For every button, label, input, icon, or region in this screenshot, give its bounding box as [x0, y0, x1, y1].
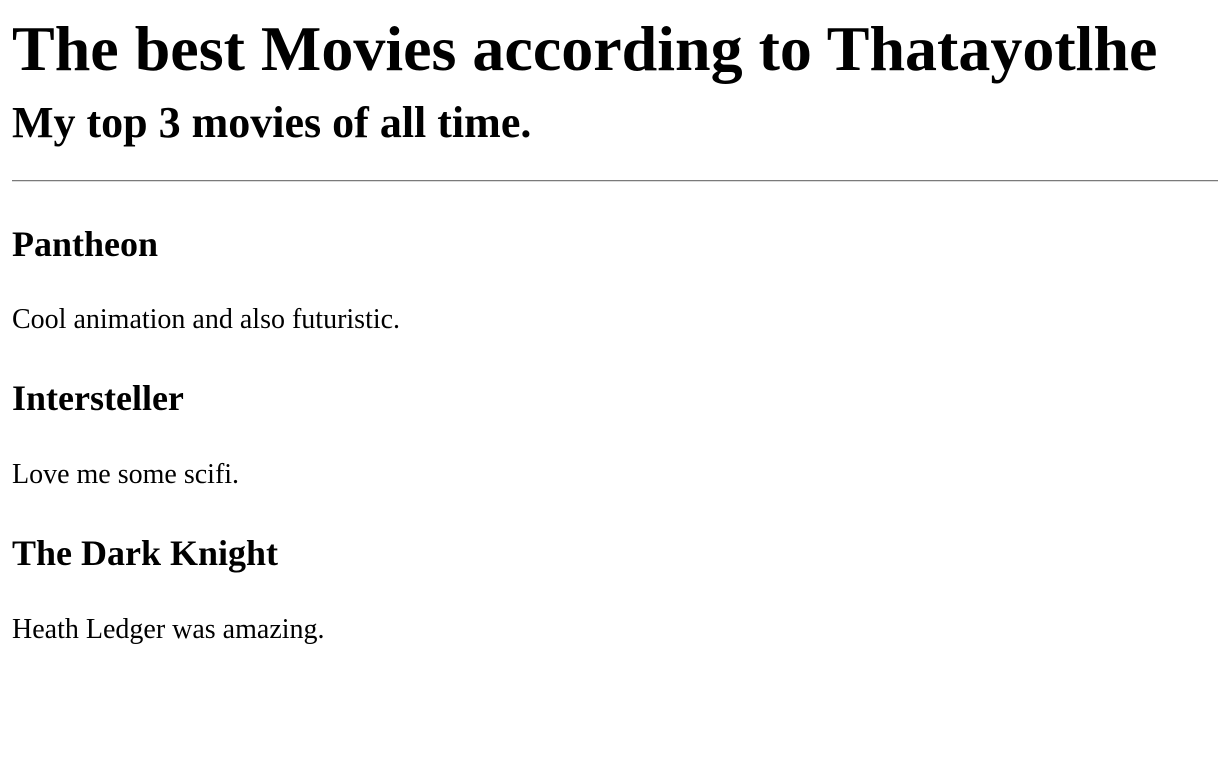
movie-title: Intersteller — [12, 378, 184, 418]
movie-list: Pantheon Cool animation and also futuris… — [12, 224, 1218, 646]
movie-description: Heath Ledger was amazing. — [12, 614, 325, 645]
page-title: The best Movies according to Thatayotlhe — [12, 13, 1158, 84]
list-item: Intersteller Love me some scifi. — [12, 378, 1218, 491]
divider — [12, 180, 1218, 182]
movie-title: The Dark Knight — [12, 533, 279, 573]
movie-title: Pantheon — [12, 224, 159, 264]
page-subtitle: My top 3 movies of all time. — [12, 98, 532, 147]
movie-description: Cool animation and also futuristic. — [12, 304, 401, 335]
movie-description: Love me some scifi. — [12, 459, 240, 490]
list-item: The Dark Knight Heath Ledger was amazing… — [12, 533, 1218, 646]
list-item: Pantheon Cool animation and also futuris… — [12, 224, 1218, 336]
page: The best Movies according to Thatayotlhe… — [0, 0, 1230, 646]
